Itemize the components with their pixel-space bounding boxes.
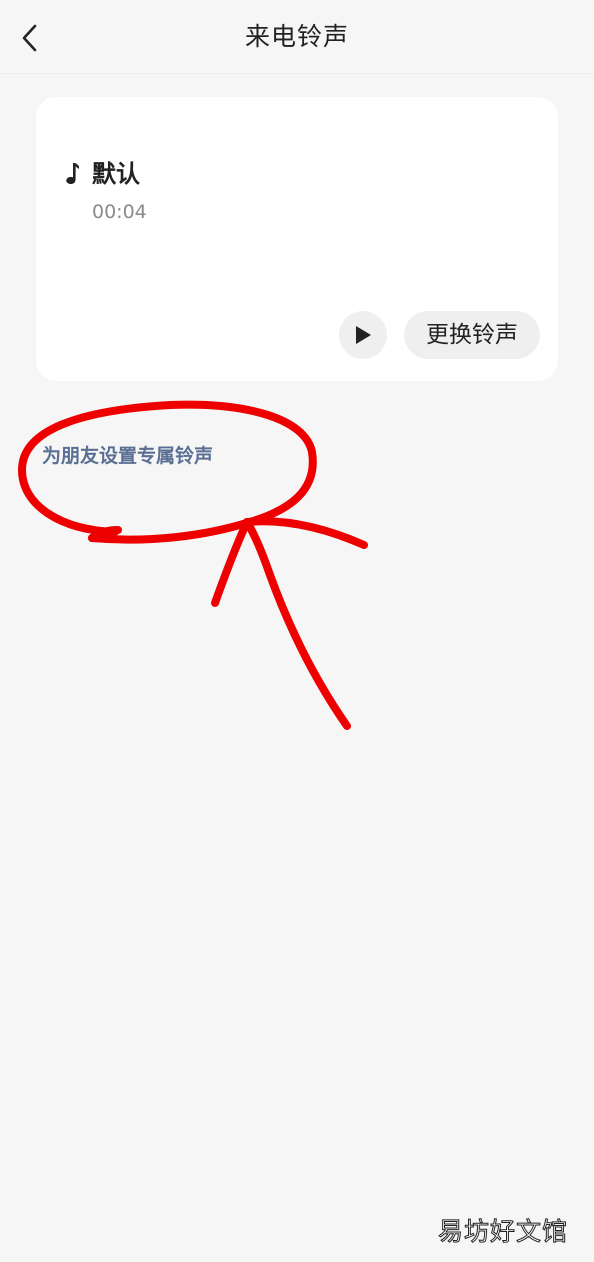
- ringtone-duration: 00:04: [92, 201, 147, 223]
- music-note-icon: [66, 163, 79, 185]
- play-button[interactable]: [339, 311, 387, 359]
- annotation-circle-tail: [88, 526, 122, 542]
- ringtone-card: 默认 00:04 更换铃声: [36, 97, 558, 381]
- annotation-arrow-head-right: [243, 517, 368, 549]
- play-icon: [356, 326, 371, 344]
- annotation-circle: [18, 400, 317, 544]
- annotation-arrow-head-left: [211, 518, 251, 607]
- ringtone-name: 默认: [92, 160, 140, 188]
- page-title: 来电铃声: [244, 22, 349, 51]
- watermark: 易坊好文馆: [437, 1217, 568, 1247]
- annotation-arrow-shaft: [243, 518, 351, 730]
- set-friend-ringtone-link[interactable]: 为朋友设置专属铃声: [42, 441, 213, 471]
- change-ringtone-button[interactable]: 更换铃声: [404, 311, 540, 359]
- top-bar: 来电铃声: [0, 0, 594, 74]
